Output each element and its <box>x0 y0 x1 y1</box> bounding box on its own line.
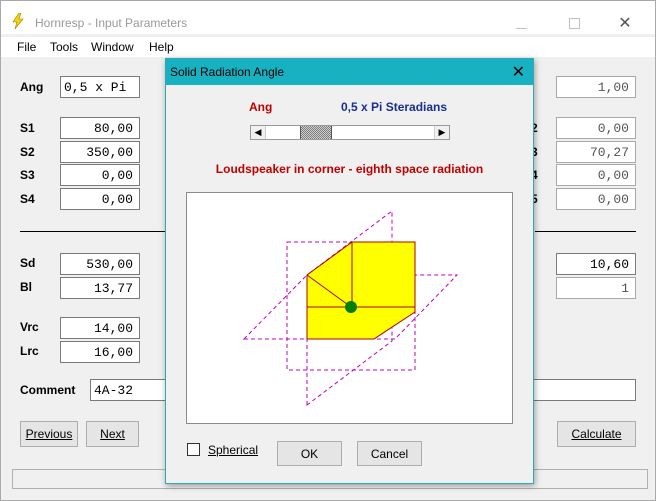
separator-left <box>20 231 166 232</box>
menu-window[interactable]: Window <box>91 40 134 54</box>
lrc-field[interactable]: 16,00 <box>60 341 140 363</box>
radiation-diagram <box>186 192 513 424</box>
separator-right <box>535 231 636 232</box>
calculate-button-label: Calculate <box>571 427 622 441</box>
dialog-close-icon[interactable]: ✕ <box>512 62 525 82</box>
right-field[interactable]: 0,00 <box>556 117 636 139</box>
dialog-title: Solid Radiation Angle <box>170 65 285 79</box>
s1-field[interactable]: 80,00 <box>60 117 140 139</box>
s3-label: S3 <box>20 168 35 182</box>
s4-label: S4 <box>20 192 35 206</box>
minimize-icon <box>515 28 527 29</box>
steradians-value: 0,5 x Pi Steradians <box>341 100 448 114</box>
close-button[interactable]: ✕ <box>615 14 635 34</box>
ok-button-label: OK <box>300 447 319 461</box>
radiation-description: Loudspeaker in corner - eighth space rad… <box>215 162 484 176</box>
dialog-title-bar: Solid Radiation Angle ✕ <box>166 59 533 85</box>
ang-label: Ang <box>20 80 44 94</box>
next-button[interactable]: Next <box>86 421 139 447</box>
previous-button[interactable]: Previous <box>20 421 78 447</box>
menu-tools[interactable]: Tools <box>50 40 78 54</box>
maximize-button[interactable] <box>564 14 584 34</box>
radiation-diagram-svg <box>242 209 459 407</box>
menu-file[interactable]: File <box>17 40 36 54</box>
maximize-icon <box>568 18 580 29</box>
comment-label: Comment <box>20 383 76 397</box>
slider-right-arrow-icon[interactable]: ▶ <box>434 126 449 139</box>
solid-radiation-angle-dialog: Solid Radiation Angle ✕ Ang 0,5 x Pi Ste… <box>165 58 534 484</box>
menu-help[interactable]: Help <box>149 40 174 54</box>
s2-field[interactable]: 350,00 <box>60 141 140 163</box>
cancel-button[interactable]: Cancel <box>357 441 422 466</box>
eighth-space-solid <box>306 241 416 340</box>
bl-label: Bl <box>20 280 32 294</box>
lightning-app-icon <box>12 13 24 29</box>
s2-label: S2 <box>20 145 35 159</box>
minimize-button[interactable] <box>511 14 531 34</box>
right-field[interactable]: 0,00 <box>556 164 636 186</box>
next-button-label: Next <box>100 427 125 441</box>
sd-label: Sd <box>20 256 36 270</box>
close-icon: ✕ <box>618 15 632 32</box>
menu-bar: File Tools Window Help <box>1 37 655 57</box>
calculate-button[interactable]: Calculate <box>557 421 636 447</box>
right-field[interactable]: 10,60 <box>556 253 636 275</box>
s3-field[interactable]: 0,00 <box>60 164 140 186</box>
center-dot <box>345 301 357 313</box>
vrc-field[interactable]: 14,00 <box>60 317 140 339</box>
s4-field[interactable]: 0,00 <box>60 188 140 210</box>
dialog-ang-label: Ang <box>249 100 273 114</box>
right-field[interactable]: 70,27 <box>556 141 636 163</box>
ang-field[interactable]: 0,5 x Pi <box>60 76 140 98</box>
bl-field[interactable]: 13,77 <box>60 277 140 299</box>
spherical-label: Spherical <box>208 443 259 457</box>
ok-button[interactable]: OK <box>277 441 342 466</box>
slider-thumb[interactable] <box>300 126 332 139</box>
spherical-checkbox[interactable] <box>187 443 200 456</box>
title-bar: Hornresp - Input Parameters ✕ <box>1 1 655 34</box>
window-title: Hornresp - Input Parameters <box>35 16 188 30</box>
angle-slider[interactable]: ◀ ▶ <box>250 125 450 140</box>
previous-button-label: Previous <box>25 427 73 441</box>
right-field[interactable]: 1 <box>556 277 636 299</box>
right-field[interactable]: 1,00 <box>556 76 636 98</box>
s1-label: S1 <box>20 121 35 135</box>
sd-field[interactable]: 530,00 <box>60 253 140 275</box>
slider-left-arrow-icon[interactable]: ◀ <box>251 126 266 139</box>
cancel-button-label: Cancel <box>370 447 409 461</box>
vrc-label: Vrc <box>20 320 39 334</box>
lrc-label: Lrc <box>20 344 39 358</box>
right-field[interactable]: 0,00 <box>556 188 636 210</box>
